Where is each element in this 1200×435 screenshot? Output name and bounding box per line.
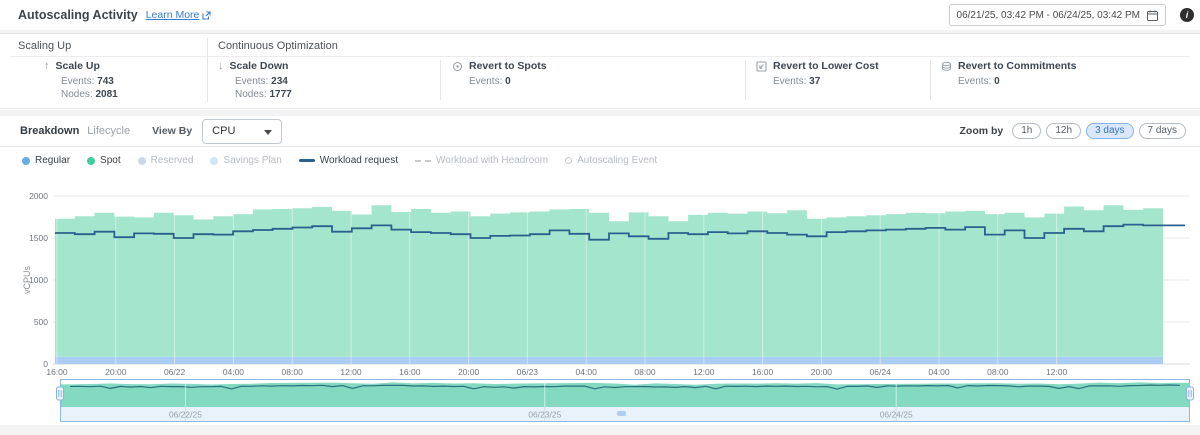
page-title: Autoscaling Activity (18, 8, 138, 22)
x-tick-label: 16:00 (752, 367, 774, 377)
legend-marker (22, 157, 30, 165)
scale-down-icon: ↓ (218, 61, 224, 71)
page-header: Autoscaling Activity Learn More 06/21/25… (0, 0, 1200, 30)
legend-marker (87, 157, 95, 165)
revert-to-spots-icon (452, 61, 463, 72)
legend-marker (138, 157, 146, 165)
x-tick-label: 12:00 (340, 367, 362, 377)
legend-marker (565, 157, 572, 164)
chart-legend: Regular Spot Reserved Savings Plan Workload … (22, 155, 657, 166)
y-axis-label: vCPUs (22, 266, 32, 295)
divider (10, 56, 1190, 57)
y-tick-label: 1500 (29, 233, 48, 243)
navigator-day-label: 06/24/25 (880, 410, 913, 420)
revert-to-commitments-icon (941, 61, 952, 72)
scale-up-icon: ↑ (44, 61, 50, 71)
x-tick-label: 12:00 (1046, 367, 1068, 377)
x-tick-label: 06/24 (870, 367, 892, 377)
divider (207, 38, 208, 102)
external-link-icon (202, 11, 211, 20)
tab-lifecycle[interactable]: Lifecycle (87, 125, 130, 137)
y-tick-label: 500 (34, 317, 48, 327)
autoscaling-activity-page: Autoscaling Activity Learn More 06/21/25… (0, 0, 1200, 435)
divider (745, 60, 746, 100)
group-title-continuous-optimization: Continuous Optimization (218, 40, 338, 52)
chart-controls: Breakdown Lifecycle View By CPU Zoom by … (0, 116, 1200, 147)
chart-navigator: 06/22/25 06/23/25 06/24/25 (0, 379, 1200, 424)
info-icon[interactable]: i (1180, 8, 1194, 22)
legend-item-workload-request[interactable]: Workload request (299, 155, 398, 166)
x-tick-label: 04:00 (928, 367, 950, 377)
metric-scale-up: ↑Scale Up Events: 743 Nodes: 2081 (44, 60, 118, 100)
divider (930, 60, 931, 100)
x-tick-label: 16:00 (399, 367, 421, 377)
legend-label: Reserved (151, 155, 194, 166)
legend-label: Workload with Headroom (436, 155, 548, 166)
zoom-option-7-days[interactable]: 7 days (1139, 123, 1186, 139)
navigator-handle-right[interactable] (1187, 387, 1194, 400)
zoom-by-label: Zoom by (960, 125, 1004, 137)
revert-to-lower-cost-icon (756, 61, 767, 72)
view-by-select[interactable]: CPU (202, 119, 282, 144)
legend-marker (299, 159, 315, 162)
x-tick-label: 20:00 (105, 367, 127, 377)
legend-item-workload-with-headroom[interactable]: Workload with Headroom (415, 155, 548, 166)
navigator-day-label: 06/23/25 (528, 410, 561, 420)
x-tick-label: 12:00 (693, 367, 715, 377)
x-tick-label: 08:00 (987, 367, 1009, 377)
group-title-scaling-up: Scaling Up (18, 40, 71, 52)
zoom-options: 1h 12h 3 days 7 days (1012, 123, 1186, 139)
plot-area[interactable] (55, 196, 1190, 364)
legend-label: Regular (35, 155, 70, 166)
x-tick-label: 06/22 (164, 367, 186, 377)
x-tick-label: 16:00 (46, 367, 68, 377)
navigator-scroll-thumb[interactable] (617, 411, 626, 416)
metric-revert-to-spots: Revert to Spots Events: 0 (452, 60, 547, 87)
legend-marker (210, 157, 218, 165)
legend-label: Workload request (320, 155, 398, 166)
autoscaling-chart: 0500100015002000vCPUs16:0020:0006/2204:0… (0, 176, 1200, 379)
navigator-handle-left[interactable] (57, 387, 64, 400)
autoscaling-summary-panel: Scaling Up Continuous Optimization ↑Scal… (0, 33, 1200, 109)
x-tick-label: 20:00 (811, 367, 833, 377)
legend-label: Autoscaling Event (577, 155, 657, 166)
legend-item-autoscaling-event[interactable]: Autoscaling Event (565, 155, 657, 166)
x-tick-label: 04:00 (223, 367, 245, 377)
y-tick-label: 2000 (29, 191, 48, 201)
metric-scale-down: ↓Scale Down Events: 234 Nodes: 1777 (218, 60, 292, 100)
metric-revert-to-commitments: Revert to Commitments Events: 0 (941, 60, 1076, 87)
chevron-down-icon (264, 130, 272, 135)
tab-breakdown[interactable]: Breakdown (20, 125, 79, 137)
navigator-day-label: 06/22/25 (169, 410, 202, 420)
x-tick-label: 20:00 (458, 367, 480, 377)
legend-label: Spot (100, 155, 121, 166)
calendar-icon[interactable] (1147, 10, 1158, 21)
zoom-option-3-days[interactable]: 3 days (1086, 123, 1133, 139)
view-by-label: View By (152, 125, 192, 137)
x-tick-label: 04:00 (576, 367, 598, 377)
legend-item-savings-plan[interactable]: Savings Plan (210, 155, 281, 166)
legend-item-regular[interactable]: Regular (22, 155, 70, 166)
page-footer-band (0, 425, 1200, 435)
divider (440, 60, 441, 100)
x-tick-label: 08:00 (634, 367, 656, 377)
legend-item-reserved[interactable]: Reserved (138, 155, 194, 166)
legend-label: Savings Plan (223, 155, 281, 166)
legend-item-spot[interactable]: Spot (87, 155, 121, 166)
x-tick-label: 08:00 (282, 367, 304, 377)
metric-revert-to-lower-cost: Revert to Lower Cost Events: 37 (756, 60, 879, 87)
x-tick-label: 06/23 (517, 367, 539, 377)
date-range-input[interactable]: 06/21/25, 03:42 PM - 06/24/25, 03:42 PM (949, 4, 1166, 26)
zoom-option-1h[interactable]: 1h (1012, 123, 1041, 139)
zoom-option-12h[interactable]: 12h (1046, 123, 1081, 139)
legend-marker (415, 160, 431, 162)
learn-more-link[interactable]: Learn More (146, 9, 212, 21)
